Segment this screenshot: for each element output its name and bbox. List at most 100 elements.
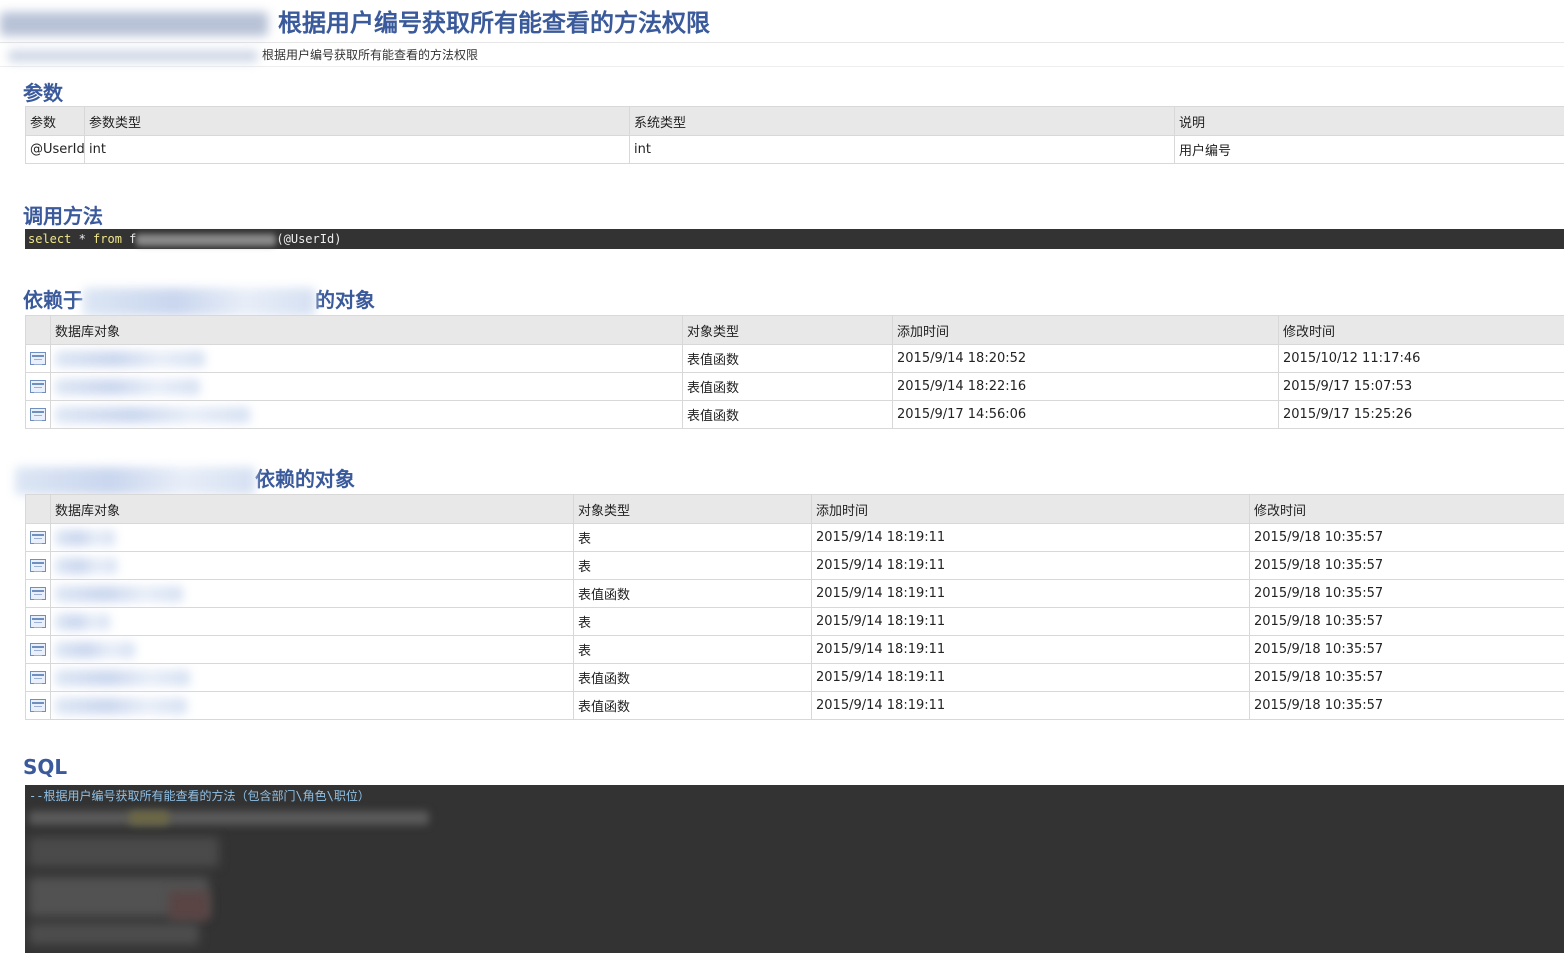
table-icon	[30, 671, 46, 684]
table-icon	[30, 352, 46, 365]
table-row[interactable]: 表值函数 2015/9/17 14:56:06 2015/9/17 15:25:…	[25, 400, 1564, 429]
table-row[interactable]: 表值函数 2015/9/14 18:19:11 2015/9/18 10:35:…	[25, 663, 1564, 692]
redacted-object-link[interactable]	[55, 529, 115, 546]
col-header: 修改时间	[1249, 494, 1564, 524]
page-title: 根据用户编号获取所有能查看的方法权限	[278, 9, 710, 37]
added-time: 2015/9/14 18:19:11	[811, 551, 1250, 580]
depended-by-table: 数据库对象 对象类型 添加时间 修改时间 表 2015/9/14 18:19:1…	[25, 494, 1564, 720]
heading-suffix: 依赖的对象	[255, 467, 355, 491]
table-icon	[30, 699, 46, 712]
table-row[interactable]: 表值函数 2015/9/14 18:22:16 2015/9/17 15:07:…	[25, 372, 1564, 401]
object-type: 表值函数	[682, 400, 893, 429]
table-header-row: 数据库对象 对象类型 添加时间 修改时间	[25, 494, 1564, 524]
code-text: (@UserId)	[276, 232, 342, 246]
table-row[interactable]: 表 2015/9/14 18:19:11 2015/9/18 10:35:57	[25, 607, 1564, 636]
modified-time: 2015/9/18 10:35:57	[1249, 523, 1564, 552]
redacted-object-name	[0, 12, 268, 36]
icon-col-header	[25, 494, 51, 524]
redacted-object-name	[15, 466, 255, 495]
code-keyword: from	[93, 232, 122, 246]
code-text: f	[121, 232, 137, 246]
added-time: 2015/9/14 18:19:11	[811, 607, 1250, 636]
table-icon	[30, 408, 46, 421]
added-time: 2015/9/14 18:22:16	[892, 372, 1279, 401]
table-icon	[30, 559, 46, 572]
col-header: 对象类型	[573, 494, 812, 524]
heading-suffix: 的对象	[315, 288, 375, 312]
col-header: 添加时间	[811, 494, 1250, 524]
redacted-object-link[interactable]	[55, 350, 205, 367]
table-icon	[30, 380, 46, 393]
system-type: int	[629, 135, 1175, 164]
object-type: 表值函数	[573, 663, 812, 692]
object-type: 表值函数	[573, 691, 812, 720]
sql-heading: SQL	[23, 755, 68, 779]
params-heading: 参数	[23, 81, 63, 105]
table-row[interactable]: 表值函数 2015/9/14 18:20:52 2015/10/12 11:17…	[25, 344, 1564, 373]
table-icon	[30, 643, 46, 656]
table-row[interactable]: 表 2015/9/14 18:19:11 2015/9/18 10:35:57	[25, 635, 1564, 664]
modified-time: 2015/9/18 10:35:57	[1249, 635, 1564, 664]
redacted-object-link[interactable]	[55, 557, 117, 574]
depended-by-heading: 依赖的对象	[15, 463, 355, 495]
object-type: 表	[573, 523, 812, 552]
col-header: 系统类型	[629, 106, 1175, 136]
code-text: *	[71, 232, 94, 246]
params-table: 参数 参数类型 系统类型 说明 @UserId int int 用户编号	[25, 106, 1564, 164]
redacted-object-name	[83, 287, 315, 316]
depends-on-table: 数据库对象 对象类型 添加时间 修改时间 表值函数 2015/9/14 18:2…	[25, 315, 1564, 429]
col-header: 参数类型	[84, 106, 630, 136]
redacted-object-link[interactable]	[55, 378, 200, 395]
object-type: 表	[573, 551, 812, 580]
table-row: @UserId int int 用户编号	[25, 135, 1564, 164]
added-time: 2015/9/14 18:19:11	[811, 663, 1250, 692]
redacted-object-link[interactable]	[55, 669, 190, 686]
object-type: 表	[573, 635, 812, 664]
table-row[interactable]: 表 2015/9/14 18:19:11 2015/9/18 10:35:57	[25, 523, 1564, 552]
icon-col-header	[25, 315, 51, 345]
redacted-object-link[interactable]	[55, 585, 183, 602]
added-time: 2015/9/17 14:56:06	[892, 400, 1279, 429]
redacted-breadcrumb-path	[8, 49, 258, 62]
modified-time: 2015/9/17 15:25:26	[1278, 400, 1564, 429]
param-type: int	[84, 135, 630, 164]
table-header-row: 参数 参数类型 系统类型 说明	[25, 106, 1564, 136]
object-type: 表值函数	[682, 344, 893, 373]
table-row[interactable]: 表值函数 2015/9/14 18:19:11 2015/9/18 10:35:…	[25, 579, 1564, 608]
col-header: 对象类型	[682, 315, 893, 345]
table-icon	[30, 587, 46, 600]
redacted-object-link[interactable]	[55, 406, 250, 423]
redacted-function-name	[136, 233, 277, 246]
col-header: 数据库对象	[50, 494, 574, 524]
breadcrumb: 根据用户编号获取所有能查看的方法权限	[0, 46, 1564, 67]
added-time: 2015/9/14 18:19:11	[811, 691, 1250, 720]
depends-on-heading: 依赖于 的对象	[23, 284, 375, 316]
param-name: @UserId	[25, 135, 85, 164]
modified-time: 2015/10/12 11:17:46	[1278, 344, 1564, 373]
title-bar: 根据用户编号获取所有能查看的方法权限	[0, 0, 1564, 43]
table-icon	[30, 531, 46, 544]
table-row[interactable]: 表 2015/9/14 18:19:11 2015/9/18 10:35:57	[25, 551, 1564, 580]
redacted-object-link[interactable]	[55, 697, 187, 714]
table-icon	[30, 615, 46, 628]
redacted-object-link[interactable]	[55, 613, 110, 630]
heading-prefix: 依赖于	[23, 288, 83, 312]
breadcrumb-text: 根据用户编号获取所有能查看的方法权限	[262, 48, 479, 62]
object-type: 表值函数	[682, 372, 893, 401]
sql-code-block: --根据用户编号获取所有能查看的方法（包含部门\角色\职位）	[25, 785, 1564, 953]
call-heading: 调用方法	[23, 204, 103, 228]
object-type: 表	[573, 607, 812, 636]
col-header: 参数	[25, 106, 85, 136]
col-header: 添加时间	[892, 315, 1279, 345]
modified-time: 2015/9/18 10:35:57	[1249, 663, 1564, 692]
page-title-wrap: 根据用户编号获取所有能查看的方法权限	[0, 3, 710, 38]
col-header: 数据库对象	[50, 315, 683, 345]
col-header: 修改时间	[1278, 315, 1564, 345]
param-desc: 用户编号	[1174, 135, 1564, 164]
call-code: select * from f (@UserId)	[25, 229, 1564, 249]
added-time: 2015/9/14 18:20:52	[892, 344, 1279, 373]
modified-time: 2015/9/18 10:35:57	[1249, 579, 1564, 608]
redacted-object-link[interactable]	[55, 641, 135, 658]
sql-comment: --根据用户编号获取所有能查看的方法（包含部门\角色\职位）	[29, 789, 370, 803]
table-row[interactable]: 表值函数 2015/9/14 18:19:11 2015/9/18 10:35:…	[25, 691, 1564, 720]
